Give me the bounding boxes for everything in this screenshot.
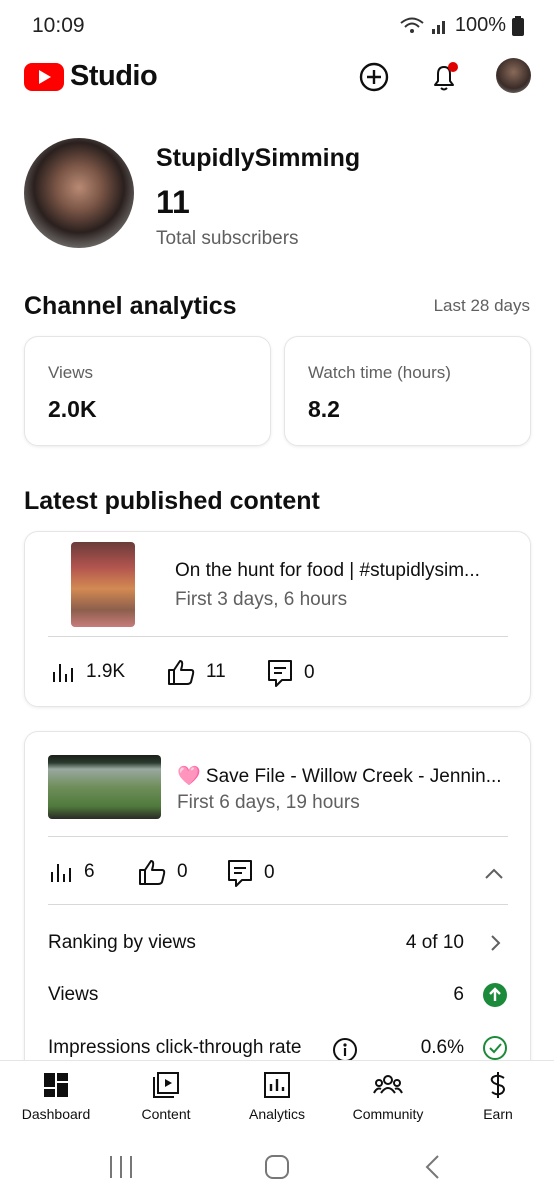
video-thumbnail[interactable] bbox=[71, 542, 135, 627]
video-thumbnail[interactable] bbox=[48, 755, 161, 819]
views-count: 6 bbox=[84, 861, 95, 882]
channel-avatar bbox=[24, 138, 134, 248]
dashboard-icon bbox=[44, 1073, 68, 1097]
channel-name: StupidlySimming bbox=[156, 144, 361, 172]
video-period: First 3 days, 6 hours bbox=[175, 589, 348, 610]
community-icon bbox=[373, 1075, 403, 1094]
bar-chart-icon bbox=[53, 664, 73, 682]
video-title[interactable]: 🩷 Save File - Willow Creek - Jennin... bbox=[177, 764, 502, 788]
ctr-value: 0.6% bbox=[420, 1037, 464, 1058]
nav-dashboard-label: Dashboard bbox=[21, 1106, 91, 1122]
analytics-icon bbox=[264, 1072, 290, 1098]
comment-icon bbox=[268, 660, 292, 687]
video-title[interactable]: On the hunt for food | #stupidlysim... bbox=[175, 560, 480, 582]
nav-content-label: Content bbox=[141, 1106, 191, 1122]
nav-analytics[interactable]: Analytics bbox=[227, 1071, 327, 1122]
views-row: Views 6 bbox=[48, 982, 508, 1012]
chevron-up-icon[interactable] bbox=[480, 860, 508, 888]
analytics-heading: Channel analytics bbox=[24, 292, 237, 320]
views-card[interactable]: Views 2.0K bbox=[24, 336, 271, 446]
bell-icon[interactable] bbox=[427, 60, 461, 94]
notification-dot bbox=[448, 62, 458, 72]
views-stat: 1.9K bbox=[50, 660, 125, 684]
chevron-right-icon[interactable] bbox=[482, 930, 508, 956]
analytics-period: Last 28 days bbox=[433, 296, 530, 315]
system-nav-bar bbox=[0, 1138, 554, 1200]
views-row-value: 6 bbox=[453, 984, 464, 1005]
watch-time-value: 8.2 bbox=[308, 396, 340, 422]
back-icon[interactable] bbox=[418, 1152, 448, 1182]
content-card[interactable]: 🩷 Save File - Willow Creek - Jennin... F… bbox=[24, 731, 531, 1091]
comments-stat: 0 bbox=[266, 658, 315, 688]
status-bar: 10:09 100% bbox=[0, 0, 554, 50]
signal-icon bbox=[431, 20, 445, 34]
comments-count: 0 bbox=[264, 862, 275, 883]
thumbs-up-icon bbox=[168, 660, 195, 685]
views-stat: 6 bbox=[48, 860, 95, 884]
create-icon[interactable] bbox=[357, 60, 391, 94]
comments-count: 0 bbox=[304, 662, 315, 683]
dollar-icon bbox=[490, 1072, 505, 1098]
subscriber-count: 11 bbox=[156, 184, 190, 220]
account-avatar[interactable] bbox=[496, 58, 531, 93]
ranking-row[interactable]: Ranking by views 4 of 10 bbox=[48, 930, 508, 960]
comments-stat: 0 bbox=[226, 858, 275, 888]
youtube-play-icon bbox=[24, 62, 64, 91]
divider bbox=[48, 904, 508, 905]
divider bbox=[48, 836, 508, 837]
recent-apps-icon[interactable] bbox=[106, 1152, 136, 1182]
views-count: 1.9K bbox=[86, 661, 126, 682]
likes-stat: 0 bbox=[137, 858, 188, 886]
nav-community-label: Community bbox=[352, 1106, 424, 1122]
studio-logo[interactable]: Studio bbox=[24, 60, 158, 93]
thumbs-up-icon bbox=[139, 860, 166, 885]
wifi-icon bbox=[400, 17, 424, 33]
channel-summary: StupidlySimming 11 Total subscribers bbox=[24, 138, 534, 250]
arrow-up-circle-icon bbox=[483, 983, 507, 1007]
ranking-value: 4 of 10 bbox=[405, 932, 464, 953]
nav-analytics-label: Analytics bbox=[248, 1106, 306, 1122]
views-row-label: Views bbox=[48, 984, 99, 1005]
likes-stat: 11 bbox=[166, 658, 226, 686]
bar-chart-icon bbox=[51, 864, 71, 882]
app-header: Studio bbox=[0, 52, 554, 102]
watch-time-label: Watch time (hours) bbox=[308, 363, 451, 382]
ranking-label: Ranking by views bbox=[48, 932, 196, 953]
likes-count: 11 bbox=[206, 661, 226, 682]
logo-text: Studio bbox=[70, 60, 158, 92]
subscriber-label: Total subscribers bbox=[156, 228, 299, 249]
content-icon bbox=[153, 1072, 179, 1098]
nav-earn[interactable]: Earn bbox=[448, 1071, 548, 1122]
nav-content[interactable]: Content bbox=[116, 1071, 216, 1122]
battery-icon bbox=[512, 15, 524, 36]
views-value: 2.0K bbox=[48, 396, 97, 422]
likes-count: 0 bbox=[177, 861, 188, 882]
nav-dashboard[interactable]: Dashboard bbox=[6, 1071, 106, 1122]
latest-content-heading: Latest published content bbox=[24, 487, 320, 515]
check-circle-icon bbox=[483, 1036, 507, 1060]
status-icons: 100% bbox=[399, 14, 524, 37]
comment-icon bbox=[228, 860, 252, 887]
nav-community[interactable]: Community bbox=[338, 1071, 438, 1122]
battery-percent: 100% bbox=[454, 14, 506, 36]
divider bbox=[48, 636, 508, 637]
home-icon[interactable] bbox=[262, 1152, 292, 1182]
bottom-nav: Dashboard Content Analytics Community Ea… bbox=[0, 1060, 554, 1138]
ctr-label: Impressions click-through rate bbox=[48, 1037, 302, 1058]
video-period: First 6 days, 19 hours bbox=[177, 792, 360, 813]
watch-time-card[interactable]: Watch time (hours) 8.2 bbox=[284, 336, 531, 446]
content-card[interactable]: On the hunt for food | #stupidlysim... F… bbox=[24, 531, 531, 707]
status-time: 10:09 bbox=[32, 14, 85, 37]
nav-earn-label: Earn bbox=[483, 1106, 513, 1122]
views-label: Views bbox=[48, 363, 94, 382]
